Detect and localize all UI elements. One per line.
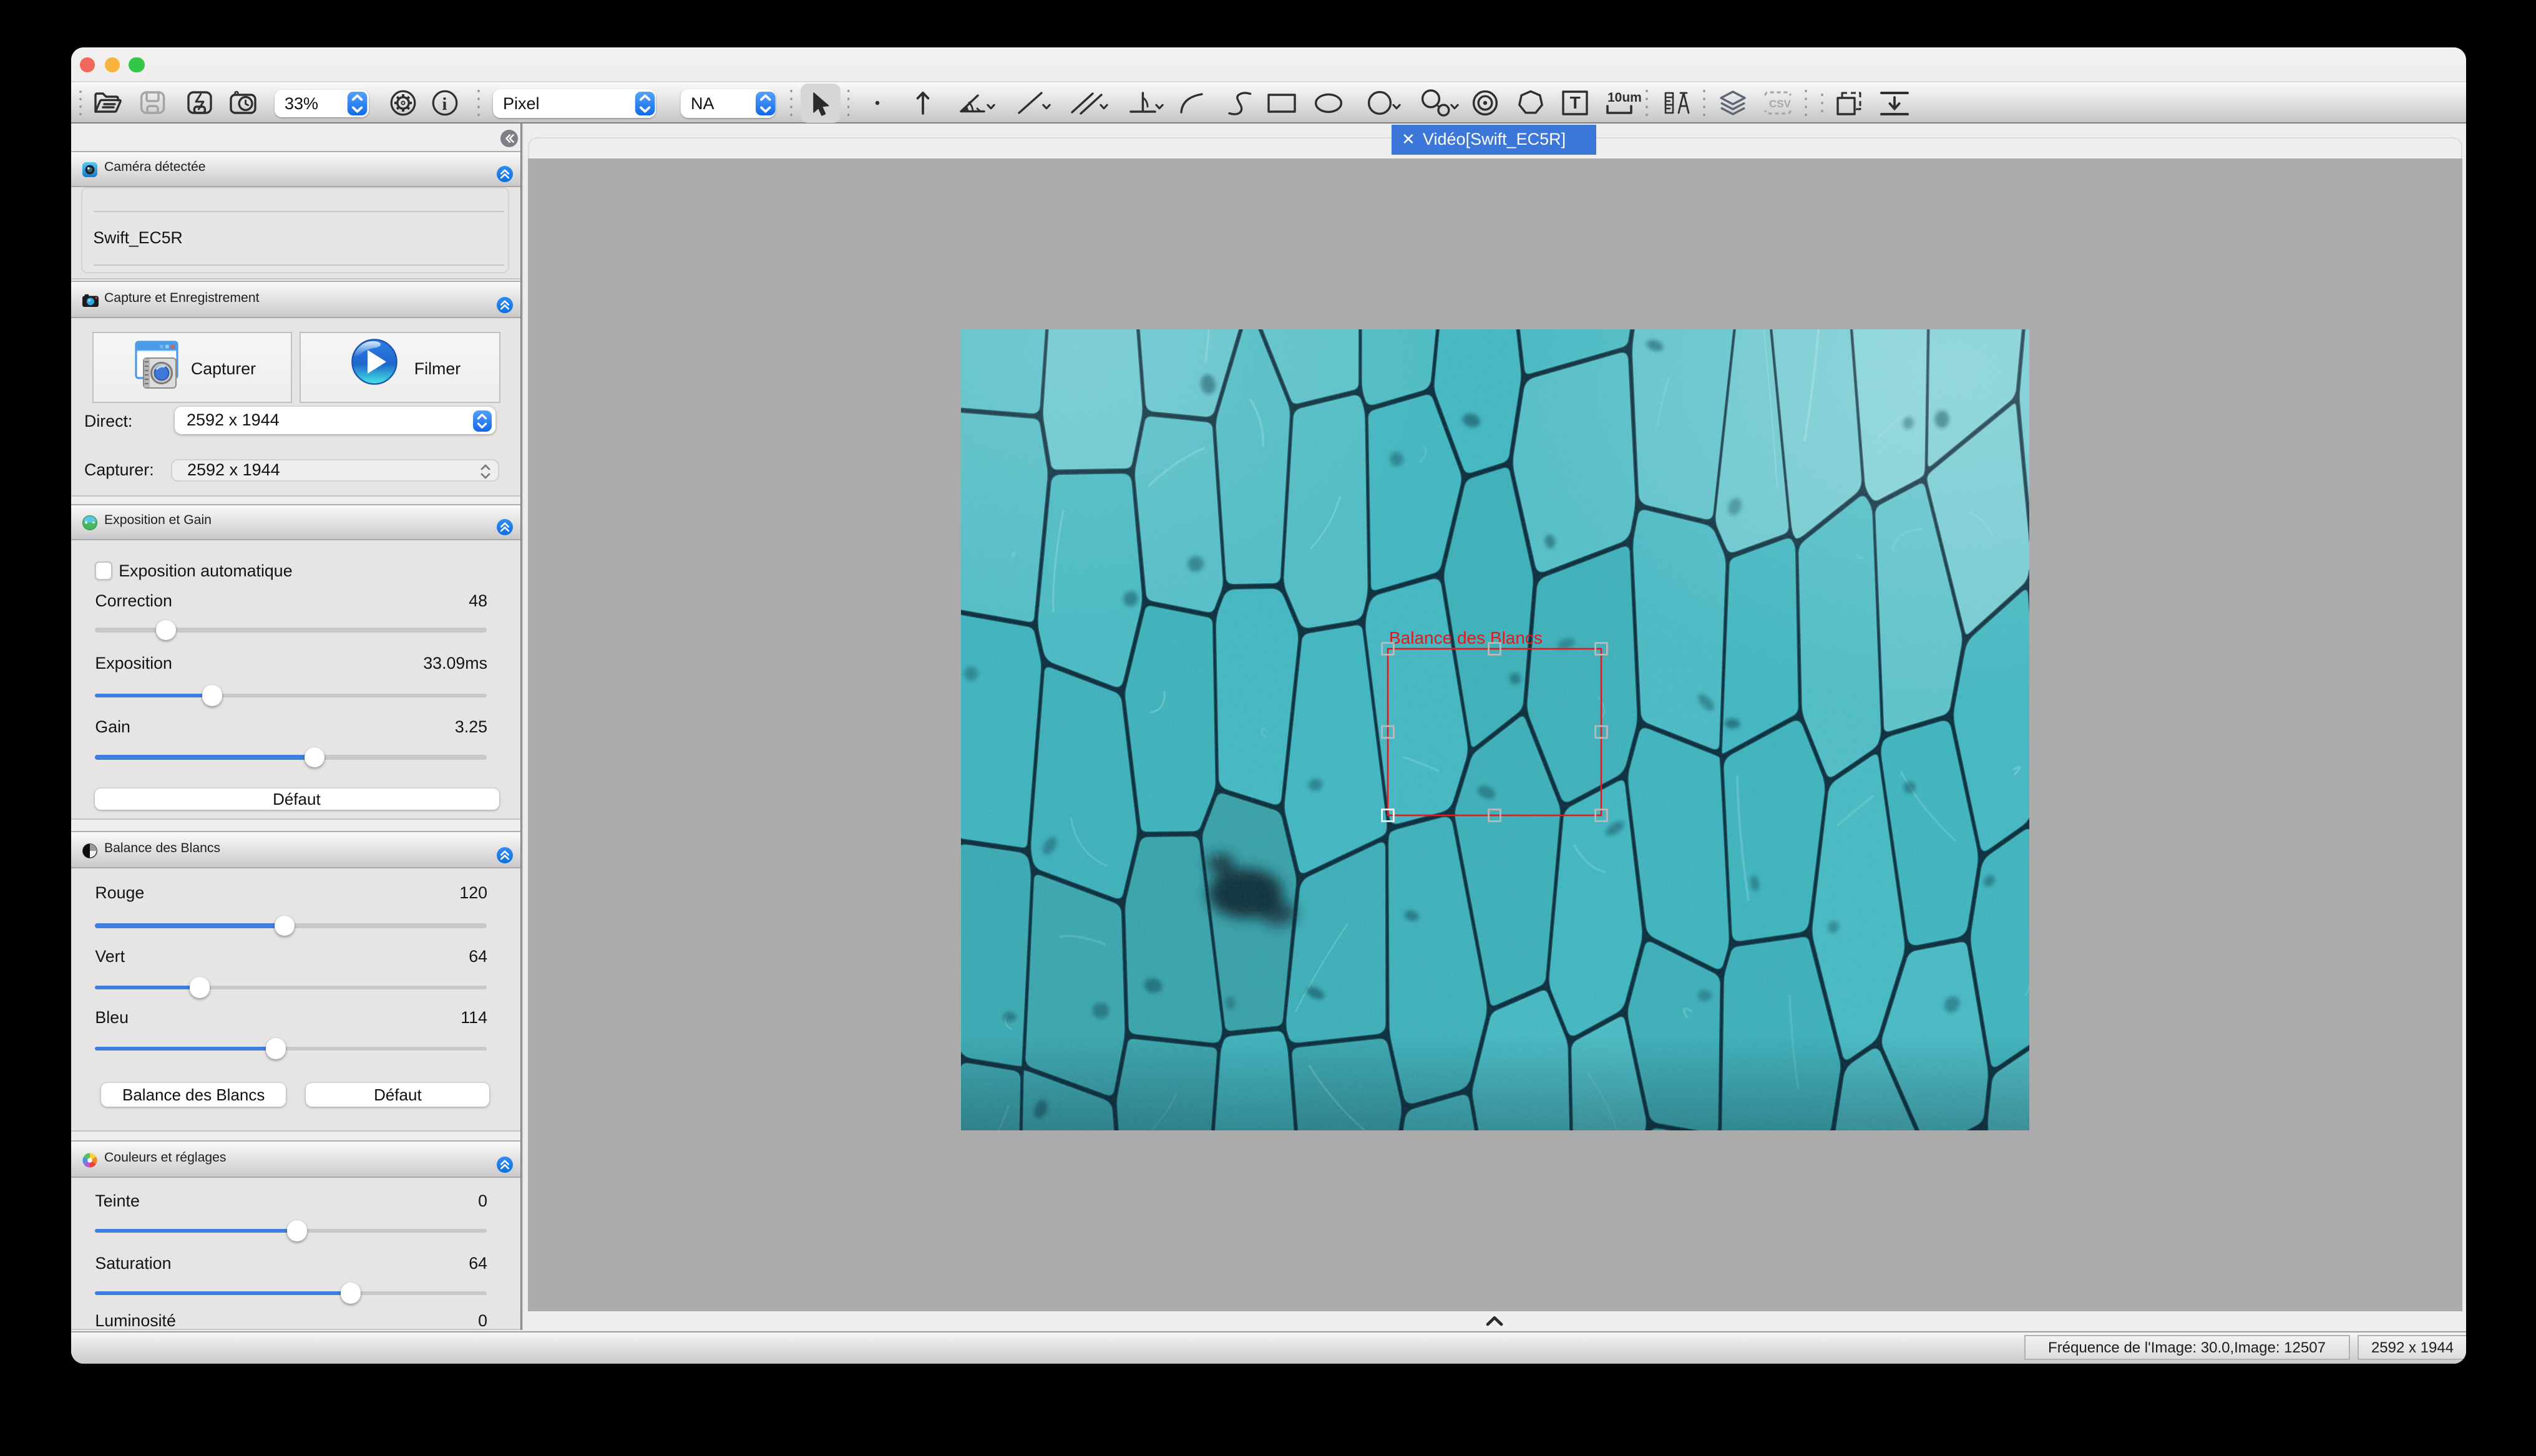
svg-text:10um: 10um — [1607, 90, 1641, 105]
svg-text:Balance des Blancs: Balance des Blancs — [1388, 628, 1542, 647]
svg-text:T: T — [1569, 93, 1580, 112]
svg-text:CSV: CSV — [1768, 98, 1791, 110]
